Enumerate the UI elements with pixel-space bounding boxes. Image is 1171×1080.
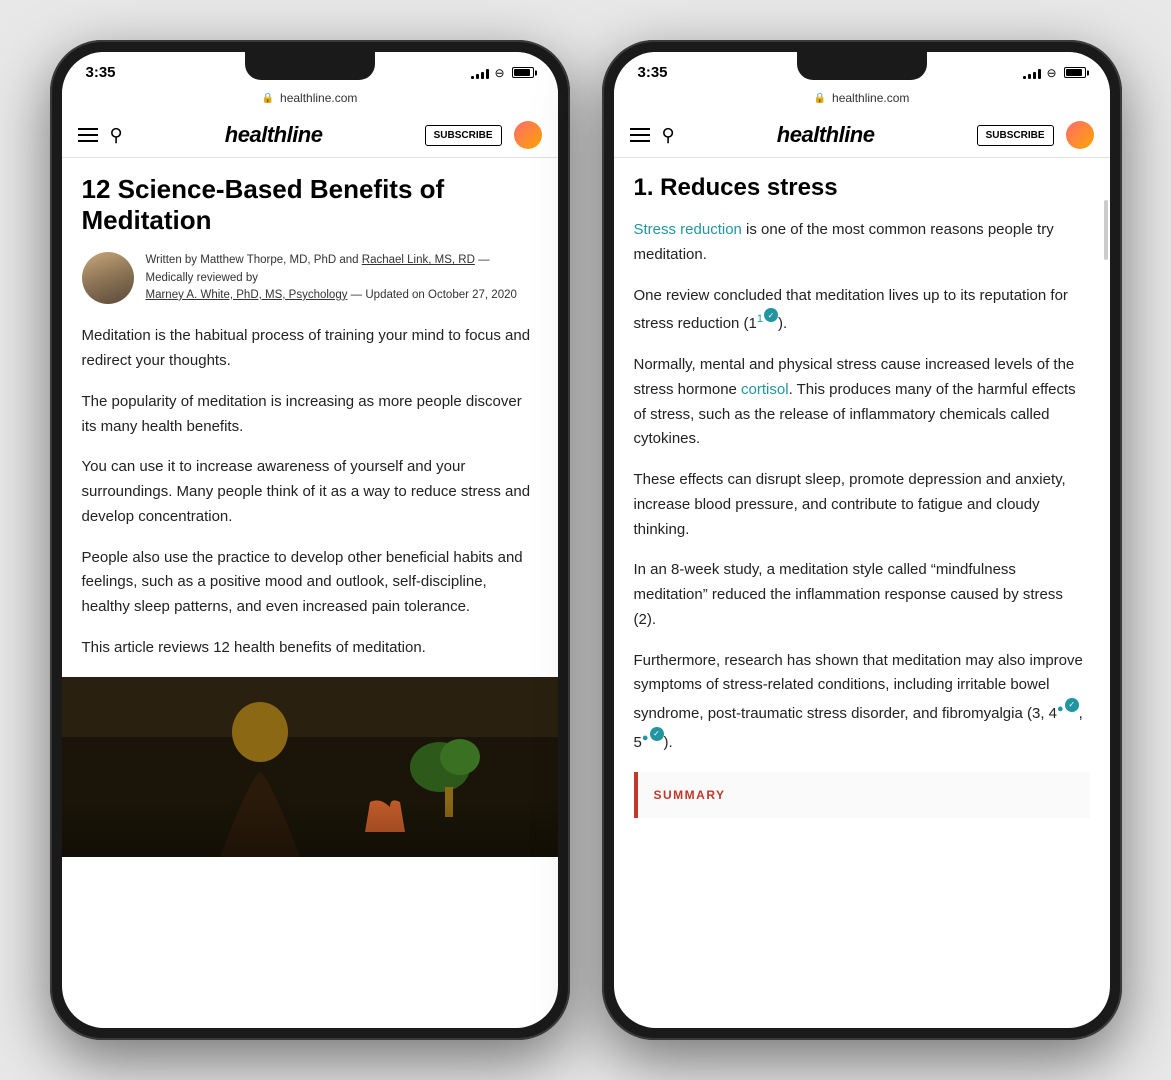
- healthline-logo-left: healthline: [135, 122, 413, 148]
- summary-label: SUMMARY: [654, 788, 1074, 802]
- citation-1: 1✓: [757, 313, 778, 325]
- right-para2-end: ).: [778, 315, 787, 332]
- wifi-icon-left: ⊖: [494, 66, 504, 80]
- notch-right: [797, 52, 927, 80]
- summary-box: SUMMARY: [634, 772, 1090, 818]
- wifi-icon-right: ⊖: [1046, 66, 1056, 80]
- avatar-left[interactable]: [514, 121, 542, 149]
- author-link2[interactable]: Marney A. White, PhD, MS, Psychology: [146, 289, 348, 301]
- lock-icon-left: 🔒: [262, 93, 274, 104]
- content-right[interactable]: 1. Reduces stress Stress reduction is on…: [614, 158, 1110, 1028]
- author-link1[interactable]: Rachael Link, MS, RD: [362, 254, 475, 266]
- hamburger-menu-right[interactable]: [630, 128, 650, 142]
- nav-bar-right: ⚲ healthline SUBSCRIBE: [614, 113, 1110, 158]
- author-date: — Updated on October 27, 2020: [351, 289, 517, 301]
- citation-badge-5: ✓: [650, 727, 664, 741]
- stress-reduction-link[interactable]: Stress reduction: [634, 221, 742, 238]
- citation-5: ●✓: [642, 732, 664, 744]
- status-icons-left: ⊖: [471, 66, 533, 80]
- time-right: 3:35: [638, 64, 668, 81]
- url-bar-left: 🔒 healthline.com: [62, 87, 558, 113]
- healthline-logo-right: healthline: [687, 122, 965, 148]
- right-para1: Stress reduction is one of the most comm…: [634, 218, 1090, 268]
- citation-badge-4: ✓: [1065, 698, 1079, 712]
- body-para4: People also use the practice to develop …: [82, 546, 538, 620]
- left-phone: 3:35 ⊖ 🔒 healthline.com: [50, 40, 570, 1040]
- status-icons-right: ⊖: [1023, 66, 1085, 80]
- subscribe-button-left[interactable]: SUBSCRIBE: [425, 125, 502, 146]
- body-para5: This article reviews 12 health benefits …: [82, 636, 538, 661]
- search-icon-right[interactable]: ⚲: [662, 125, 675, 146]
- article-title: 12 Science-Based Benefits of Meditation: [82, 174, 538, 236]
- url-bar-right: 🔒 healthline.com: [614, 87, 1110, 113]
- author-section: Written by Matthew Thorpe, MD, PhD and R…: [82, 252, 538, 304]
- citation-badge-1: ✓: [764, 308, 778, 322]
- scrollbar[interactable]: [1104, 200, 1108, 260]
- signal-icon-right: [1023, 67, 1041, 79]
- nav-bar-left: ⚲ healthline SUBSCRIBE: [62, 113, 558, 158]
- author-avatar: [82, 252, 134, 304]
- citation-4: ●✓: [1057, 703, 1079, 715]
- section-heading: 1. Reduces stress: [634, 174, 1090, 202]
- url-text-left: healthline.com: [280, 91, 357, 105]
- body-para2: The popularity of meditation is increasi…: [82, 390, 538, 440]
- right-para3: Normally, mental and physical stress cau…: [634, 353, 1090, 452]
- subscribe-button-right[interactable]: SUBSCRIBE: [977, 125, 1054, 146]
- hamburger-menu-left[interactable]: [78, 128, 98, 142]
- url-text-right: healthline.com: [832, 91, 909, 105]
- cortisol-link[interactable]: cortisol: [741, 381, 789, 398]
- right-para6: Furthermore, research has shown that med…: [634, 649, 1090, 756]
- author-line1: Written by Matthew Thorpe, MD, PhD and: [146, 254, 359, 266]
- search-icon-left[interactable]: ⚲: [110, 125, 123, 146]
- right-para4: These effects can disrupt sleep, promote…: [634, 468, 1090, 542]
- avatar-right[interactable]: [1066, 121, 1094, 149]
- phone-screen-left: 3:35 ⊖ 🔒 healthline.com: [62, 52, 558, 1028]
- content-left[interactable]: 12 Science-Based Benefits of Meditation …: [62, 158, 558, 1028]
- right-para6-end: ).: [664, 734, 673, 751]
- body-para1: Meditation is the habitual process of tr…: [82, 324, 538, 374]
- right-phone: 3:35 ⊖ 🔒 healthline.com: [602, 40, 1122, 1040]
- phone-screen-right: 3:35 ⊖ 🔒 healthline.com: [614, 52, 1110, 1028]
- body-para3: You can use it to increase awareness of …: [82, 455, 538, 529]
- right-para2: One review concluded that meditation liv…: [634, 284, 1090, 338]
- right-para6-text: Furthermore, research has shown that med…: [634, 652, 1083, 723]
- author-info: Written by Matthew Thorpe, MD, PhD and R…: [146, 252, 538, 304]
- time-left: 3:35: [86, 64, 116, 81]
- lock-icon-right: 🔒: [814, 93, 826, 104]
- notch: [245, 52, 375, 80]
- article-image: [62, 677, 558, 857]
- battery-icon-right: [1064, 67, 1086, 78]
- battery-icon-left: [512, 67, 534, 78]
- signal-icon-left: [471, 67, 489, 79]
- right-para2-text: One review concluded that meditation liv…: [634, 287, 1068, 333]
- right-para5: In an 8-week study, a meditation style c…: [634, 558, 1090, 632]
